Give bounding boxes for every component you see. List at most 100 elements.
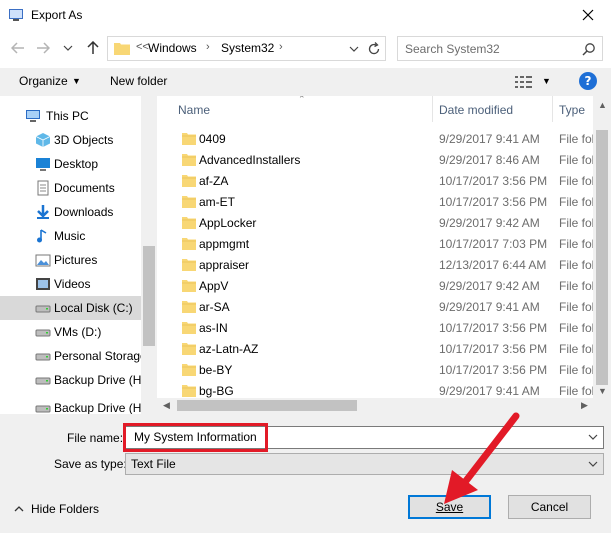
drive-icon	[35, 377, 51, 385]
column-date-modified[interactable]: Date modified	[439, 103, 513, 129]
folder-icon	[182, 280, 196, 292]
folder-icon	[182, 364, 196, 376]
view-details-icon[interactable]	[515, 75, 533, 89]
app-icon	[9, 9, 23, 21]
sidebar-item-label: This PC	[46, 109, 89, 123]
file-row[interactable]: AppV 9/29/2017 9:42 AM File fol	[157, 275, 597, 296]
sidebar-item[interactable]: Personal Storage	[0, 344, 157, 368]
cube-icon	[35, 133, 51, 147]
back-button[interactable]	[8, 38, 28, 58]
file-row[interactable]: as-IN 10/17/2017 3:56 PM File fol	[157, 317, 597, 338]
file-type: File fol	[559, 363, 595, 377]
breadcrumb-windows[interactable]: Windows	[148, 41, 197, 55]
file-type: File fol	[559, 237, 595, 251]
sidebar-item[interactable]: Desktop	[0, 152, 157, 176]
sidebar-item[interactable]: 3D Objects	[0, 128, 157, 152]
arrow-left-icon	[11, 42, 24, 54]
sidebar-item[interactable]: Local Disk (C:)	[0, 296, 141, 320]
file-date: 10/17/2017 3:56 PM	[439, 321, 548, 335]
file-name: AppLocker	[199, 216, 257, 230]
file-date: 9/29/2017 9:41 AM	[439, 300, 540, 314]
scroll-right-arrow-icon[interactable]: ▶	[581, 400, 588, 411]
file-row[interactable]: af-ZA 10/17/2017 3:56 PM File fol	[157, 170, 597, 191]
sidebar-item[interactable]: This PC	[0, 104, 157, 128]
organize-button[interactable]: Organize	[19, 74, 68, 88]
file-name: appraiser	[199, 258, 250, 272]
file-name: appmgmt	[199, 237, 250, 251]
vertical-scroll-thumb[interactable]	[596, 130, 608, 385]
breadcrumb-system32[interactable]: System32	[221, 41, 274, 55]
save-as-type-value: Text File	[131, 457, 176, 471]
folder-icon	[182, 238, 196, 250]
sidebar-item[interactable]: Music	[0, 224, 157, 248]
file-type: File fol	[559, 195, 595, 209]
recent-locations-button[interactable]	[58, 38, 78, 58]
sidebar-item[interactable]: Downloads	[0, 200, 157, 224]
title-bar: Export As	[0, 0, 611, 30]
sidebar-item-label: Documents	[54, 181, 115, 195]
up-button[interactable]	[83, 38, 103, 58]
search-icon	[582, 43, 595, 56]
file-row[interactable]: AppLocker 9/29/2017 9:42 AM File fol	[157, 212, 597, 233]
chevron-down-icon	[588, 461, 598, 467]
sidebar-item-label: Music	[54, 229, 86, 243]
videos-icon	[36, 278, 50, 290]
breadcrumb-separator: ›	[206, 41, 210, 53]
sidebar-item[interactable]: Documents	[0, 176, 157, 200]
folder-icon	[182, 385, 196, 397]
sidebar-item[interactable]: Videos	[0, 272, 157, 296]
file-date: 9/29/2017 9:41 AM	[439, 384, 540, 398]
file-name: am-ET	[199, 195, 235, 209]
column-name[interactable]: Name	[178, 103, 210, 129]
breadcrumb-separator: ›	[279, 41, 283, 53]
file-row[interactable]: ar-SA 9/29/2017 9:41 AM File fol	[157, 296, 597, 317]
search-box[interactable]: Search System32	[397, 36, 603, 61]
file-name-label: File name:	[67, 431, 124, 445]
sidebar-scroll-thumb[interactable]	[143, 246, 155, 346]
pictures-icon	[35, 254, 51, 267]
save-as-type-select[interactable]: Text File	[125, 453, 604, 475]
new-folder-button[interactable]: New folder	[110, 74, 167, 88]
horizontal-scroll-thumb[interactable]	[177, 400, 357, 411]
sidebar-item[interactable]: Backup Drive (H	[0, 368, 157, 392]
file-row[interactable]: appmgmt 10/17/2017 7:03 PM File fol	[157, 233, 597, 254]
column-type[interactable]: Type	[559, 103, 585, 129]
file-type: File fol	[559, 321, 595, 335]
navigation-pane: This PC 3D Objects Desktop Documents Downloa…	[0, 96, 157, 414]
breadcrumb-overflow[interactable]: <<	[136, 41, 149, 53]
file-date: 10/17/2017 3:56 PM	[439, 174, 548, 188]
column-divider[interactable]	[552, 96, 553, 122]
file-date: 10/17/2017 3:56 PM	[439, 195, 548, 209]
file-row[interactable]: appraiser 12/13/2017 6:44 AM File fol	[157, 254, 597, 275]
sidebar-item-label: VMs (D:)	[54, 325, 102, 339]
file-row[interactable]: az-Latn-AZ 10/17/2017 3:56 PM File fol	[157, 338, 597, 359]
folder-icon	[182, 259, 196, 271]
scroll-left-arrow-icon[interactable]: ◀	[163, 400, 170, 411]
sidebar-item[interactable]: VMs (D:)	[0, 320, 157, 344]
file-row[interactable]: 0409 9/29/2017 9:41 AM File fol	[157, 128, 597, 149]
address-bar[interactable]: << Windows › System32 ›	[107, 36, 386, 61]
scroll-down-arrow-icon[interactable]: ▼	[598, 386, 607, 396]
file-name: AppV	[199, 279, 229, 293]
view-caret-icon[interactable]: ▼	[542, 76, 551, 86]
chevron-down-icon[interactable]	[587, 431, 599, 443]
refresh-icon[interactable]	[366, 41, 382, 57]
scroll-up-arrow-icon[interactable]: ▲	[598, 100, 607, 110]
forward-button[interactable]	[33, 38, 53, 58]
file-row[interactable]: be-BY 10/17/2017 3:56 PM File fol	[157, 359, 597, 380]
column-divider[interactable]	[432, 96, 433, 122]
window-title: Export As	[31, 8, 83, 22]
hide-folders-button[interactable]: Hide Folders	[31, 502, 99, 516]
file-row[interactable]: AdvancedInstallers 9/29/2017 8:46 AM File …	[157, 149, 597, 170]
file-row[interactable]: am-ET 10/17/2017 3:56 PM File fol	[157, 191, 597, 212]
close-icon	[582, 9, 594, 21]
file-name: ar-SA	[199, 300, 230, 314]
file-date: 9/29/2017 9:42 AM	[439, 279, 540, 293]
help-button[interactable]: ?	[579, 72, 597, 90]
caret-up-icon[interactable]	[14, 504, 24, 514]
address-dropdown-icon[interactable]	[347, 41, 361, 57]
sidebar-item[interactable]: Pictures	[0, 248, 157, 272]
sidebar-item[interactable]: Backup Drive (H:)	[0, 396, 157, 414]
close-button[interactable]	[565, 0, 611, 30]
file-date: 10/17/2017 7:03 PM	[439, 237, 548, 251]
